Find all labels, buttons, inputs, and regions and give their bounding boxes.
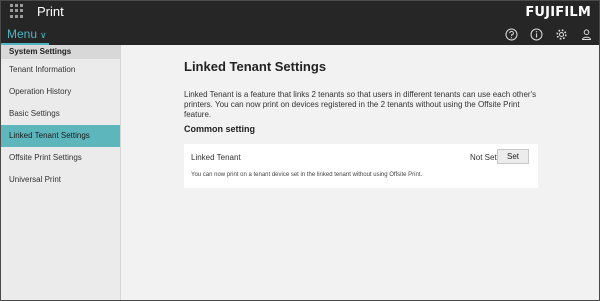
linked-tenant-setting-card: Linked Tenant Not Set Set You can now pr… — [184, 144, 538, 188]
user-icon[interactable] — [580, 28, 593, 41]
setting-label: Linked Tenant — [191, 153, 241, 162]
brand-logo: FUJIFILM — [525, 5, 591, 20]
chevron-down-icon: ∨ — [40, 30, 47, 40]
sidebar-item-offsite-print-settings[interactable]: Offsite Print Settings — [1, 147, 120, 169]
menu-button[interactable]: Menu ∨ — [1, 27, 49, 45]
setting-status: Not Set — [470, 153, 497, 162]
sidebar-item-tenant-information[interactable]: Tenant Information — [1, 59, 120, 81]
page-description: Linked Tenant is a feature that links 2 … — [184, 90, 537, 119]
sidebar: System Settings Tenant Information Opera… — [1, 45, 121, 300]
section-title: Common setting — [184, 124, 255, 134]
top-bar: Print FUJIFILM Menu ∨ — [1, 1, 599, 45]
sidebar-section-title: System Settings — [1, 45, 120, 59]
gear-icon[interactable] — [555, 28, 568, 41]
setting-hint: You can now print on a tenant device set… — [191, 172, 423, 178]
sidebar-item-operation-history[interactable]: Operation History — [1, 81, 120, 103]
header-icons — [505, 28, 593, 41]
sidebar-item-linked-tenant-settings[interactable]: Linked Tenant Settings — [1, 125, 120, 147]
menu-label: Menu — [7, 27, 38, 41]
info-icon[interactable] — [530, 28, 543, 41]
page-title: Linked Tenant Settings — [184, 59, 327, 74]
help-icon[interactable] — [505, 28, 518, 41]
apps-grid-icon[interactable] — [10, 4, 24, 18]
sidebar-item-basic-settings[interactable]: Basic Settings — [1, 103, 120, 125]
app-title: Print — [37, 4, 64, 19]
set-button[interactable]: Set — [497, 149, 529, 164]
sidebar-item-universal-print[interactable]: Universal Print — [1, 169, 120, 191]
main-content: Linked Tenant Settings Linked Tenant is … — [122, 45, 599, 300]
